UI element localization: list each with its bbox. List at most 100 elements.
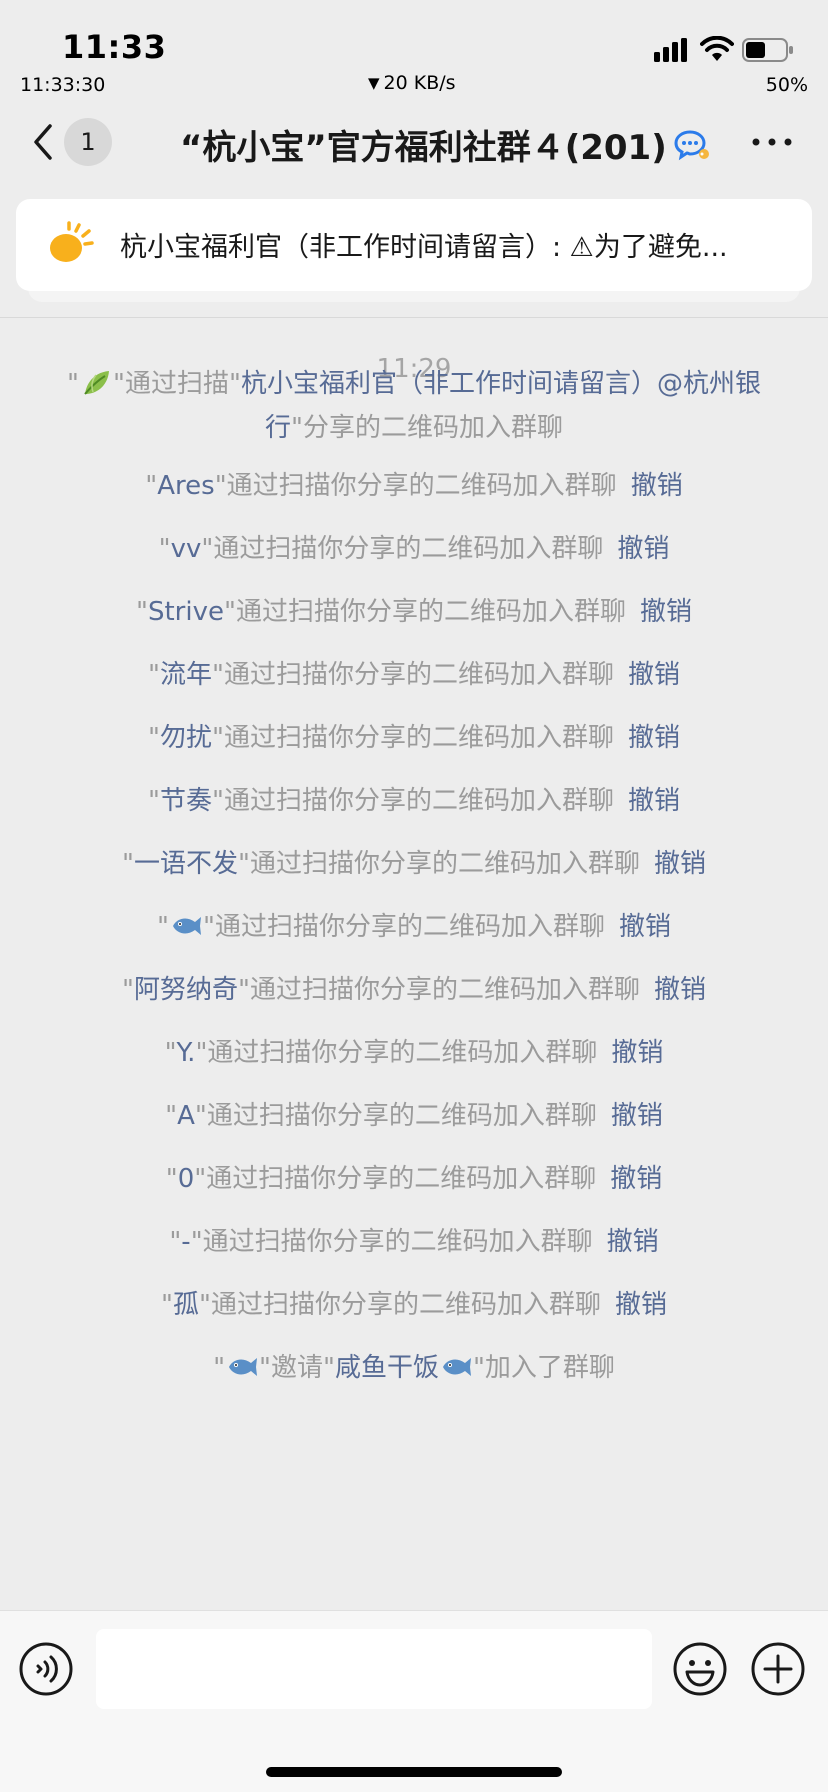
quote-mark: " (213, 1353, 226, 1383)
join-suffix: "通过扫描你分享的二维码加入群聊 (212, 723, 614, 753)
join-suffix: "通过扫描你分享的二维码加入群聊 (238, 975, 640, 1005)
battery-percent: 50% (765, 74, 808, 96)
status-seconds-time: 11:33:30 (20, 74, 106, 96)
revoke-link[interactable]: 撤销 (631, 471, 683, 501)
leaf-emoji-icon (84, 371, 110, 395)
system-message-join: "A"通过扫描你分享的二维码加入群聊 撤销 (40, 1094, 788, 1138)
revoke-link[interactable]: 撤销 (607, 1227, 659, 1257)
revoke-link[interactable]: 撤销 (610, 1164, 662, 1194)
battery-icon (742, 38, 793, 62)
announcement-sun-icon (50, 221, 94, 262)
join-suffix: "通过扫描你分享的二维码加入群聊 (194, 1101, 597, 1131)
chat-screen: 11:33 11:33:30 ▼ 20 KB/s 50% 1 “杭小宝”官方福利… (0, 0, 828, 1792)
system-message-join: "vv"通过扫描你分享的二维码加入群聊 撤销 (40, 527, 788, 571)
system-message-join: "流年"通过扫描你分享的二维码加入群聊 撤销 (40, 653, 788, 697)
scan-phrase: "通过扫描" (113, 369, 241, 399)
system-message-join: "Strive"通过扫描你分享的二维码加入群聊 撤销 (40, 590, 788, 634)
member-name-link[interactable]: 孤 (173, 1290, 199, 1320)
system-message-join: " "通过扫描你分享的二维码加入群聊 撤销 (40, 905, 788, 949)
join-suffix: "通过扫描你分享的二维码加入群聊 (202, 912, 605, 942)
system-message-join: "Ares"通过扫描你分享的二维码加入群聊 撤销 (40, 464, 788, 508)
voice-input-icon[interactable] (18, 1641, 74, 1697)
quote-mark: " (122, 975, 134, 1005)
member-name-link[interactable]: 0 (178, 1164, 195, 1194)
unread-count-badge[interactable]: 1 (64, 118, 112, 166)
invite-suffix: "加入了群聊 (472, 1353, 615, 1383)
revoke-link[interactable]: 撤销 (640, 597, 692, 627)
network-speed: ▼ 20 KB/s (368, 72, 456, 94)
quote-mark: " (164, 1038, 177, 1068)
system-message-join: "0"通过扫描你分享的二维码加入群聊 撤销 (40, 1157, 788, 1201)
system-message-join: "一语不发"通过扫描你分享的二维码加入群聊 撤销 (40, 842, 788, 886)
member-name-link[interactable]: Ares (157, 471, 214, 501)
member-name-link[interactable]: vv (171, 534, 202, 564)
system-message-join: "-"通过扫描你分享的二维码加入群聊 撤销 (40, 1220, 788, 1264)
fish-emoji-icon (172, 917, 201, 935)
join-suffix: "通过扫描你分享的二维码加入群聊 (238, 849, 640, 879)
revoke-link[interactable]: 撤销 (628, 723, 680, 753)
revoke-link[interactable]: 撤销 (628, 786, 680, 816)
join-suffix: "通过扫描你分享的二维码加入群聊 (190, 1227, 593, 1257)
invite-phrase: "邀请" (259, 1353, 335, 1383)
member-name-link[interactable]: 流年 (160, 660, 212, 690)
revoke-link[interactable]: 撤销 (615, 1290, 667, 1320)
more-options-icon[interactable] (750, 130, 794, 154)
invitee-name-link[interactable]: 咸鱼干饭 (335, 1353, 439, 1383)
member-name-link[interactable]: - (181, 1227, 190, 1257)
quote-mark: " (148, 723, 160, 753)
revoke-link[interactable]: 撤销 (611, 1038, 663, 1068)
revoke-link[interactable]: 撤销 (628, 660, 680, 690)
quote-mark: " (169, 1227, 182, 1257)
message-input[interactable] (96, 1629, 652, 1709)
revoke-link[interactable]: 撤销 (611, 1101, 663, 1131)
message-list[interactable]: 11:29 " "通过扫描"杭小宝福利官（非工作时间请留言）@杭州银行"分享的二维… (0, 318, 828, 1610)
system-message-invite: " "邀请"咸鱼干饭 "加入了群聊 (40, 1346, 788, 1390)
member-name-link[interactable]: Y. (177, 1038, 196, 1068)
system-message-scan-join: " "通过扫描"杭小宝福利官（非工作时间请留言）@杭州银行"分享的二维码加入群聊 (40, 362, 788, 450)
pinned-announcement[interactable]: 杭小宝福利官（非工作时间请留言）: ⚠为了避免... (16, 199, 812, 291)
network-speed-value: 20 KB/s (383, 72, 456, 94)
system-message-join: "阿努纳奇"通过扫描你分享的二维码加入群聊 撤销 (40, 968, 788, 1012)
revoke-link[interactable]: 撤销 (617, 534, 669, 564)
fish-emoji-icon (229, 1358, 258, 1376)
quote-mark: " (157, 912, 169, 942)
chat-title[interactable]: “杭小宝”官方福利社群４(201) (180, 120, 711, 169)
status-bar: 11:33 11:33:30 ▼ 20 KB/s 50% (0, 0, 828, 102)
system-message-join: "孤"通过扫描你分享的二维码加入群聊 撤销 (40, 1283, 788, 1327)
back-chevron-icon[interactable] (28, 116, 60, 168)
chat-title-text: “杭小宝”官方福利社群４(201) (180, 128, 667, 168)
member-name-link[interactable]: 一语不发 (134, 849, 238, 879)
member-name-link[interactable]: 节奏 (160, 786, 212, 816)
join-suffix: "通过扫描你分享的二维码加入群聊 (214, 471, 617, 501)
member-name-link[interactable]: 勿扰 (160, 723, 212, 753)
home-indicator (266, 1767, 562, 1777)
join-suffix: "通过扫描你分享的二维码加入群聊 (195, 1038, 598, 1068)
revoke-link[interactable]: 撤销 (654, 849, 706, 879)
system-message-join: "节奏"通过扫描你分享的二维码加入群聊 撤销 (40, 779, 788, 823)
wifi-icon (700, 36, 734, 61)
join-suffix: "通过扫描你分享的二维码加入群聊 (212, 660, 614, 690)
member-name-link[interactable]: A (177, 1101, 195, 1131)
download-arrow-icon: ▼ (368, 74, 380, 92)
join-suffix: "通过扫描你分享的二维码加入群聊 (194, 1164, 597, 1194)
emoji-icon[interactable] (672, 1641, 728, 1697)
revoke-link[interactable]: 撤销 (654, 975, 706, 1005)
pinned-announcement-text: 杭小宝福利官（非工作时间请留言）: ⚠为了避免... (120, 232, 728, 263)
plus-icon[interactable] (750, 1641, 806, 1697)
quote-mark: " (165, 1101, 178, 1131)
member-name-link[interactable]: 阿努纳奇 (134, 975, 238, 1005)
quote-mark: " (158, 534, 171, 564)
join-suffix: "通过扫描你分享的二维码加入群聊 (201, 534, 604, 564)
quote-mark: " (67, 369, 80, 399)
revoke-link[interactable]: 撤销 (619, 912, 671, 942)
quote-mark: " (122, 849, 134, 879)
fish-emoji-icon (442, 1358, 471, 1376)
member-name-link[interactable]: Strive (148, 597, 224, 627)
join-suffix: "通过扫描你分享的二维码加入群聊 (223, 597, 626, 627)
quote-mark: " (145, 471, 158, 501)
join-suffix: "通过扫描你分享的二维码加入群聊 (199, 1290, 601, 1320)
join-suffix: "通过扫描你分享的二维码加入群聊 (212, 786, 614, 816)
quote-mark: " (165, 1164, 178, 1194)
input-bar (0, 1610, 828, 1792)
system-message-join: "Y."通过扫描你分享的二维码加入群聊 撤销 (40, 1031, 788, 1075)
